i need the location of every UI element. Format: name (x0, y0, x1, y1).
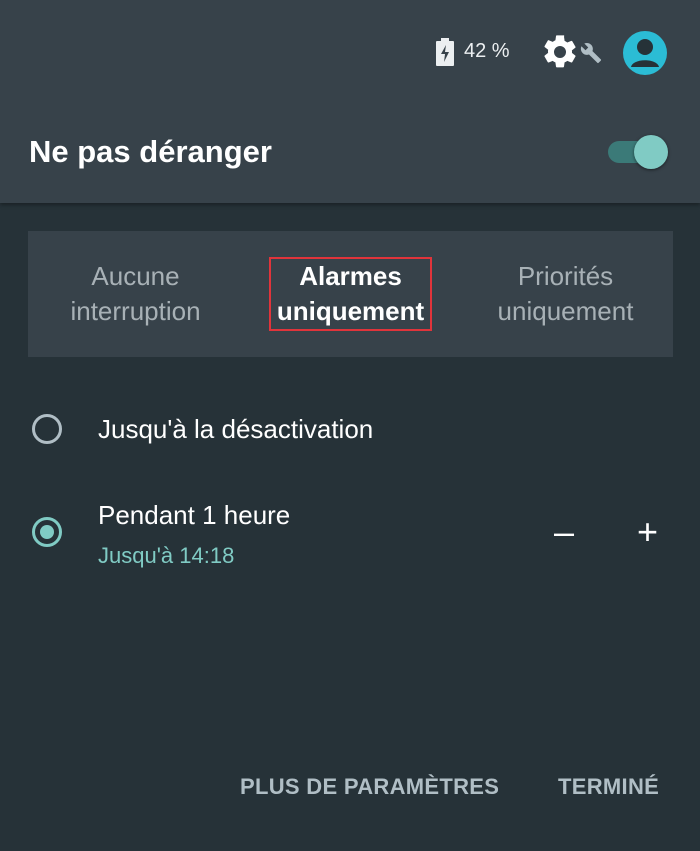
interruption-mode-tabs: Aucune interruption Alarmes uniquement P… (28, 231, 673, 357)
settings-gear-icon[interactable] (540, 32, 580, 72)
increase-duration-button[interactable]: + (637, 514, 658, 550)
tab-label: Alarmes uniquement (268, 257, 433, 331)
tab-label-line1: Priorités (517, 261, 614, 291)
option-until-deactivation[interactable]: Jusqu'à la désactivation (0, 400, 700, 460)
status-row: 42 % (0, 28, 700, 78)
account-icon (631, 39, 659, 67)
option-label: Jusqu'à la désactivation (98, 414, 374, 444)
more-settings-button[interactable]: PLUS DE PARAMÈTRES (240, 774, 499, 800)
radio-button[interactable] (32, 414, 62, 444)
do-not-disturb-toggle[interactable] (608, 135, 668, 169)
tab-alarmes-uniquement[interactable]: Alarmes uniquement (243, 231, 458, 357)
option-label: Pendant 1 heure (98, 500, 291, 530)
panel-title: Ne pas déranger (29, 134, 272, 169)
tab-label-line2: uniquement (276, 296, 425, 326)
tab-label-line2: uniquement (497, 296, 634, 326)
tab-aucune-interruption[interactable]: Aucune interruption (28, 231, 243, 357)
option-sublabel: Jusqu'à 14:18 (98, 543, 235, 568)
wrench-icon (580, 43, 602, 64)
tab-label: Priorités uniquement (492, 257, 640, 331)
tab-label-line2: interruption (70, 296, 201, 326)
tab-priorites-uniquement[interactable]: Priorités uniquement (458, 231, 673, 357)
toggle-thumb (634, 135, 668, 169)
tab-label: Aucune interruption (64, 257, 206, 331)
option-for-one-hour[interactable]: Pendant 1 heure Jusqu'à 14:18 – + (0, 490, 700, 580)
battery-icon (436, 38, 454, 66)
account-avatar[interactable] (623, 31, 667, 75)
radio-button-checked[interactable] (32, 517, 62, 547)
decrease-duration-button[interactable]: – (554, 514, 574, 550)
quick-settings-header: 42 % Ne pas déranger (0, 0, 700, 203)
done-button[interactable]: TERMINÉ (558, 774, 659, 800)
battery-percent: 42 % (464, 40, 510, 62)
tab-label-line1: Aucune (91, 261, 180, 291)
tab-label-line1: Alarmes (299, 261, 402, 291)
